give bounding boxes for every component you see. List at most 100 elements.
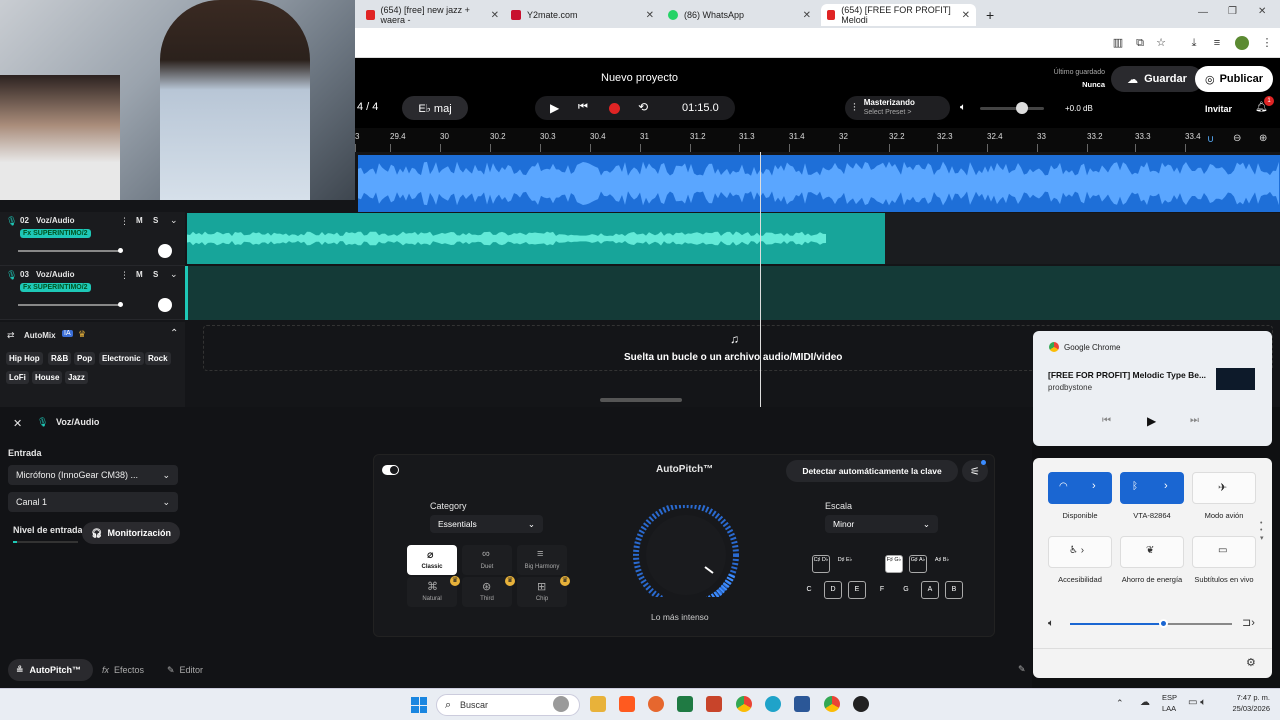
energy-saver-toggle[interactable]: ❦ xyxy=(1120,536,1184,568)
note-g[interactable]: G xyxy=(897,581,915,599)
note-f-sharp[interactable]: F♯ G♭ xyxy=(885,555,903,573)
chevron-right-icon[interactable]: › xyxy=(1164,480,1168,492)
track-volume-slider[interactable] xyxy=(18,304,120,306)
detect-key-button[interactable]: Detectar automáticamente la clave xyxy=(786,460,958,482)
network-speaker-icon[interactable]: ▭ 🔈︎ xyxy=(1188,697,1206,708)
menu-icon[interactable]: ⋮ xyxy=(1260,36,1274,50)
fx-badge[interactable]: Fx SUPERINTIMO/2 xyxy=(20,229,91,238)
audio-clip-2[interactable] xyxy=(187,213,885,264)
turtle-app-icon[interactable] xyxy=(553,696,569,712)
invite-button[interactable]: Invitar xyxy=(1205,104,1232,114)
volume-slider[interactable] xyxy=(1070,623,1232,625)
speaker-icon[interactable]: 🔈︎ xyxy=(1048,618,1054,629)
tab-autopitch[interactable]: ≗ AutoPitch™ xyxy=(8,659,93,681)
publish-button[interactable]: ◎ Publicar xyxy=(1195,66,1273,92)
style-duet[interactable]: ∞ Duet xyxy=(462,545,512,575)
next-track-icon[interactable]: ⏭ xyxy=(1190,415,1199,426)
monitoring-button[interactable]: 🎧︎ Monitorización xyxy=(82,522,180,544)
note-f[interactable]: F xyxy=(873,581,891,599)
genre-chip[interactable]: LoFi xyxy=(6,371,29,384)
cloud-icon[interactable]: ☁ xyxy=(1140,697,1150,708)
track-volume-thumb[interactable] xyxy=(118,248,123,253)
note-b[interactable]: B xyxy=(945,581,963,599)
bluetooth-toggle[interactable]: ᛒ › xyxy=(1120,472,1184,504)
project-title[interactable]: Nuevo proyecto xyxy=(601,72,678,84)
loop-icon[interactable]: ⟲ xyxy=(638,100,648,114)
reading-list-icon[interactable]: ▥ xyxy=(1111,36,1125,50)
windows-start-icon[interactable] xyxy=(411,697,427,713)
firefox-icon[interactable] xyxy=(648,696,664,712)
track-volume-slider[interactable] xyxy=(18,250,120,252)
note-g-sharp[interactable]: G♯ A♭ xyxy=(909,555,927,573)
genre-chip[interactable]: House xyxy=(32,371,63,384)
close-icon[interactable]: ✕ xyxy=(803,10,811,21)
close-icon[interactable]: ✕ xyxy=(646,10,654,21)
horizontal-scrollbar[interactable] xyxy=(600,398,682,402)
microphone-select[interactable]: Micrófono (InnoGear CM38) ... ⌄ xyxy=(8,465,178,485)
tab-editor[interactable]: ✎ Editor xyxy=(167,665,203,676)
track-header-03[interactable]: 🎙︎ 03 Voz/Audio Fx SUPERINTIMO/2 ⋮ M S ⌄ xyxy=(0,266,185,320)
bookmark-star-icon[interactable]: ☆ xyxy=(1154,36,1168,50)
new-tab-button[interactable]: + xyxy=(980,4,1000,26)
wifi-toggle[interactable]: ◠ › xyxy=(1048,472,1112,504)
style-big-harmony[interactable]: ≡ Big Harmony xyxy=(517,545,567,575)
word-icon[interactable] xyxy=(794,696,810,712)
autopitch-toggle[interactable] xyxy=(382,465,399,475)
genre-chip[interactable]: Electronic xyxy=(99,352,144,365)
fx-badge[interactable]: Fx SUPERINTIMO/2 xyxy=(20,283,91,292)
genre-chip[interactable]: Rock xyxy=(145,352,171,365)
play-icon[interactable]: ▶ xyxy=(550,101,559,115)
magnet-icon[interactable]: ∪ xyxy=(1207,134,1214,145)
solo-button[interactable]: S xyxy=(153,216,158,225)
chrome-icon[interactable] xyxy=(736,696,752,712)
audio-clip-1[interactable] xyxy=(358,155,1280,212)
media-control-icon[interactable]: ≡ xyxy=(1210,36,1224,50)
clock-time[interactable]: 7:47 p. m. xyxy=(1226,693,1270,702)
pan-knob[interactable] xyxy=(158,244,172,258)
key-selector[interactable]: E♭ maj xyxy=(402,96,468,120)
edge-icon[interactable] xyxy=(765,696,781,712)
time-signature[interactable]: 4 / 4 xyxy=(357,101,378,113)
chevron-up-icon[interactable]: ⌃ xyxy=(1116,698,1124,709)
note-c[interactable]: C xyxy=(800,581,818,599)
maximize-icon[interactable]: ❐ xyxy=(1228,6,1237,17)
track-volume-thumb[interactable] xyxy=(118,302,123,307)
timeline-ruler[interactable]: 3 29.4 30 30.2 30.3 30.4 31 31.2 31.3 31.4 32 32.2 3… xyxy=(355,128,1280,152)
browser-tab-3[interactable]: (86) WhatsApp ✕ xyxy=(662,4,817,26)
browser-tab-2[interactable]: Y2mate.com ✕ xyxy=(505,4,660,26)
accessibility-toggle[interactable]: ♿︎ › xyxy=(1048,536,1112,568)
more-icon[interactable]: ⋮ xyxy=(120,216,129,227)
chevron-down-icon[interactable]: ⌄ xyxy=(170,269,178,280)
excel-icon[interactable] xyxy=(677,696,693,712)
note-c-sharp[interactable]: C♯ D♭ xyxy=(812,555,830,573)
save-button[interactable]: ☁ Guardar xyxy=(1111,66,1203,92)
scale-select[interactable]: Minor ⌄ xyxy=(825,515,938,533)
playhead[interactable] xyxy=(760,152,761,407)
note-a-sharp[interactable]: A♯ B♭ xyxy=(933,555,951,573)
genre-chip[interactable]: Hip Hop xyxy=(6,352,43,365)
master-volume-slider[interactable] xyxy=(980,107,1044,110)
track-name[interactable]: Voz/Audio xyxy=(36,216,75,225)
master-volume-thumb[interactable] xyxy=(1016,102,1028,114)
brave-icon[interactable] xyxy=(619,696,635,712)
track-header-02[interactable]: 🎙︎ 02 Voz/Audio Fx SUPERINTIMO/2 ⋮ M S ⌄ xyxy=(0,212,185,266)
zoom-in-icon[interactable]: ⊕ xyxy=(1259,133,1267,144)
mute-button[interactable]: M xyxy=(136,270,143,279)
record-icon[interactable] xyxy=(609,103,620,114)
browser-tab-1[interactable]: (654) [free] new jazz + waera - ✕ xyxy=(360,4,505,26)
note-a[interactable]: A xyxy=(921,581,939,599)
category-select[interactable]: Essentials ⌄ xyxy=(430,515,543,533)
profile-avatar-icon[interactable] xyxy=(1235,36,1249,50)
attach-icon[interactable]: ✎ xyxy=(1018,664,1026,675)
mastering-selector[interactable]: ⫶ Masterizando Select Preset > xyxy=(845,96,950,120)
chevron-up-icon[interactable]: ⌃ xyxy=(170,328,178,339)
note-d-sharp[interactable]: D♯ E♭ xyxy=(836,555,854,573)
style-classic[interactable]: ⌀ Classic xyxy=(407,545,457,575)
tab-effects[interactable]: fx Efectos xyxy=(102,665,144,675)
gear-icon[interactable]: ⚙ xyxy=(1246,656,1256,669)
chevron-down-icon[interactable]: ⌄ xyxy=(170,215,178,226)
audio-output-chevron-icon[interactable]: ⊐› xyxy=(1242,616,1255,629)
note-e[interactable]: E xyxy=(848,581,866,599)
pan-knob[interactable] xyxy=(158,298,172,312)
more-icon[interactable]: ⋮ xyxy=(120,270,129,281)
